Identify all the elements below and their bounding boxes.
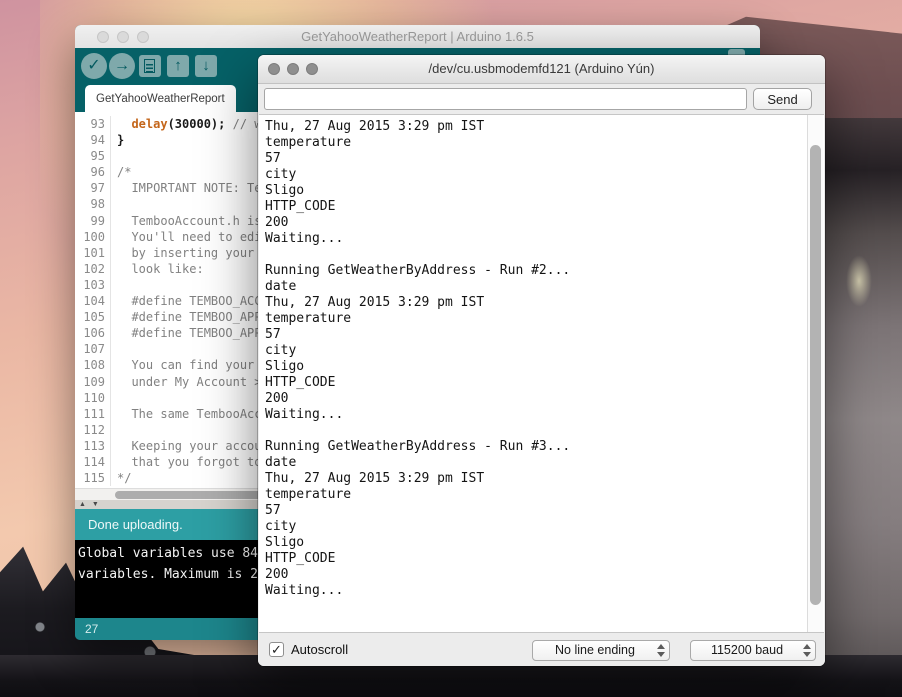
serial-window-title: /dev/cu.usbmodemfd121 (Arduino Yún) (258, 55, 825, 83)
serial-line: HTTP_CODE (265, 551, 824, 567)
serial-output: Thu, 27 Aug 2015 3:29 pm ISTtemperature5… (259, 115, 824, 599)
serial-line: 200 (265, 567, 824, 583)
serial-line: temperature (265, 311, 824, 327)
autoscroll-label: Autoscroll (291, 633, 348, 666)
stepper-arrows-icon (802, 643, 811, 658)
serial-vscroll-thumb[interactable] (810, 145, 821, 605)
serial-line: date (265, 455, 824, 471)
checkmark-icon: ✓ (271, 642, 282, 657)
document-icon (144, 59, 155, 73)
divider-collapse-arrows-icon[interactable]: ▲ ▼ (79, 500, 101, 509)
serial-line (265, 247, 824, 263)
serial-line: Waiting... (265, 583, 824, 599)
serial-line: Waiting... (265, 407, 824, 423)
baud-rate-select[interactable]: 115200 baud (690, 640, 816, 661)
stepper-arrows-icon (656, 643, 665, 658)
arduino-titlebar[interactable]: GetYahooWeatherReport | Arduino 1.6.5 (75, 25, 760, 49)
serial-vertical-scrollbar[interactable] (807, 115, 823, 632)
open-sketch-button[interactable]: ↑ (167, 55, 189, 77)
autoscroll-checkbox[interactable]: ✓ (269, 642, 284, 657)
arduino-window-title: GetYahooWeatherReport | Arduino 1.6.5 (75, 25, 760, 48)
serial-line: Thu, 27 Aug 2015 3:29 pm IST (265, 119, 824, 135)
serial-line: temperature (265, 487, 824, 503)
serial-line: HTTP_CODE (265, 375, 824, 391)
serial-line: date (265, 279, 824, 295)
serial-line: Running GetWeatherByAddress - Run #2... (265, 263, 824, 279)
arrow-down-icon: ↓ (202, 57, 210, 74)
serial-line: Sligo (265, 535, 824, 551)
serial-line: 57 (265, 327, 824, 343)
serial-line: Thu, 27 Aug 2015 3:29 pm IST (265, 471, 824, 487)
serial-bottombar: ✓ Autoscroll No line ending 115200 baud (258, 633, 825, 666)
serial-line (265, 423, 824, 439)
serial-line: 57 (265, 503, 824, 519)
arrow-right-icon: → (114, 57, 130, 74)
serial-line: city (265, 167, 824, 183)
serial-line: Sligo (265, 183, 824, 199)
serial-line: 200 (265, 391, 824, 407)
arrow-up-icon: ↑ (174, 57, 182, 74)
serial-line: Thu, 27 Aug 2015 3:29 pm IST (265, 295, 824, 311)
serial-line: city (265, 343, 824, 359)
serial-line: Waiting... (265, 231, 824, 247)
serial-output-area[interactable]: Thu, 27 Aug 2015 3:29 pm ISTtemperature5… (259, 114, 824, 633)
baud-rate-value: 115200 baud (711, 643, 783, 657)
serial-line: 200 (265, 215, 824, 231)
verify-button[interactable]: ✓ (81, 53, 107, 79)
serial-send-input[interactable] (264, 88, 747, 110)
serial-titlebar[interactable]: /dev/cu.usbmodemfd121 (Arduino Yún) (258, 55, 825, 84)
serial-line: city (265, 519, 824, 535)
serial-line: HTTP_CODE (265, 199, 824, 215)
serial-line: temperature (265, 135, 824, 151)
new-sketch-button[interactable] (139, 55, 161, 77)
serial-line: Running GetWeatherByAddress - Run #3... (265, 439, 824, 455)
check-icon: ✓ (87, 57, 100, 74)
line-ending-select[interactable]: No line ending (532, 640, 670, 661)
upload-button[interactable]: → (109, 53, 135, 79)
serial-monitor-window: /dev/cu.usbmodemfd121 (Arduino Yún) Send… (258, 55, 825, 666)
wallpaper-cliff-light-patch (846, 255, 872, 307)
serial-line: 57 (265, 151, 824, 167)
save-sketch-button[interactable]: ↓ (195, 55, 217, 77)
serial-line: Sligo (265, 359, 824, 375)
wallpaper-cliff (816, 118, 902, 697)
tab-getyahooweatherreport[interactable]: GetYahooWeatherReport (85, 85, 236, 112)
send-button[interactable]: Send (753, 88, 812, 110)
line-ending-value: No line ending (555, 643, 635, 657)
